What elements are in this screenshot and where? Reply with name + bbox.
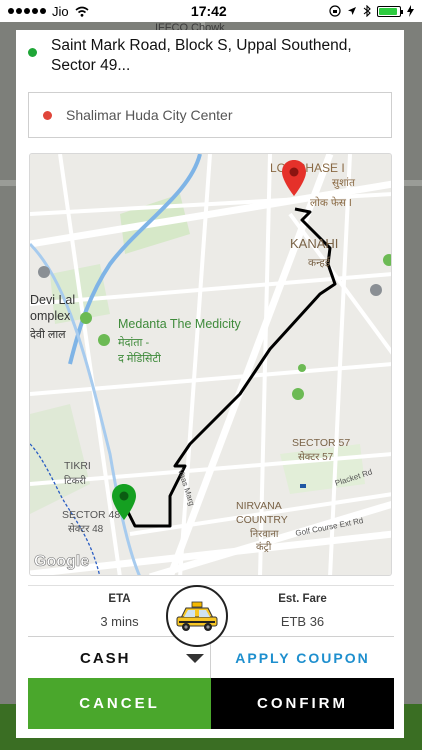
apply-coupon-label: APPLY COUPON — [235, 649, 370, 666]
destination-address: Shalimar Huda City Center — [66, 107, 233, 123]
wifi-icon — [75, 6, 89, 17]
fare-section: Est. Fare ETB 36 — [211, 586, 394, 635]
map-label: कन्हई — [308, 256, 331, 269]
poi-icon — [38, 266, 50, 278]
pickup-address: Saint Mark Road, Block S, Uppal Southend… — [51, 37, 352, 74]
map-label: SECTOR 48 — [62, 509, 120, 521]
battery-icon — [377, 5, 403, 17]
google-logo: Google — [34, 553, 89, 570]
cancel-button[interactable]: CANCEL — [28, 678, 211, 729]
poi-icon — [300, 484, 306, 488]
fare-title: Est. Fare — [278, 592, 327, 605]
map-label: लोक फेस I — [310, 196, 352, 209]
caret-down-icon — [186, 653, 204, 663]
status-time: 17:42 — [190, 3, 227, 19]
taxi-icon — [176, 601, 218, 631]
payment-method-label: CASH — [80, 649, 131, 667]
map-label: निरवाना — [250, 528, 279, 540]
confirm-button[interactable]: CONFIRM — [211, 678, 394, 729]
vehicle-type-button[interactable] — [166, 585, 228, 647]
map-label: omplex — [30, 309, 71, 323]
poi-icon — [80, 312, 92, 324]
map-label: COUNTRY — [236, 514, 288, 526]
poi-icon — [370, 284, 382, 296]
map-label: सुशांत — [332, 177, 356, 189]
map-label: मेदांता - — [118, 336, 149, 349]
pickup-dot-icon — [28, 48, 37, 57]
map-label: कंट्री — [256, 541, 272, 553]
map-label: Medanta The Medicity — [118, 317, 241, 331]
location-icon — [348, 7, 356, 15]
confirm-ride-dialog: Saint Mark Road, Block S, Uppal Southend… — [16, 30, 404, 738]
eta-value: 3 mins — [100, 613, 139, 629]
route-map[interactable]: LOK PHASE I सुशांत लोक फेस I KANAHI कन्ह… — [29, 153, 392, 576]
pickup-location[interactable]: Saint Mark Road, Block S, Uppal Southend… — [28, 36, 394, 88]
map-label: LOK PHASE I — [270, 161, 345, 175]
carrier-label: Jio — [52, 3, 69, 19]
map-label: SECTOR 57 — [292, 437, 350, 449]
charging-icon — [407, 5, 414, 17]
rotation-lock-icon — [329, 5, 341, 17]
poi-icon — [98, 334, 110, 346]
destination-dot-icon — [43, 110, 52, 120]
fare-value: ETB 36 — [280, 613, 325, 629]
map-label: सेक्टर 57 — [298, 451, 334, 463]
map-label: TIKRI — [64, 460, 91, 472]
map-label: NIRVANA — [236, 500, 282, 512]
map-label: द मेडिसिटी — [118, 352, 161, 365]
map-label: KANAHI — [290, 236, 338, 251]
destination-field[interactable]: Shalimar Huda City Center — [28, 92, 392, 138]
map-label: देवी लाल — [30, 328, 66, 341]
bluetooth-icon — [363, 5, 371, 17]
poi-icon — [298, 364, 306, 372]
signal-icon — [8, 8, 46, 14]
map-label: Devi Lal — [30, 293, 75, 307]
map-label: सेक्टर 48 — [68, 523, 104, 535]
action-row: CANCEL CONFIRM — [28, 678, 394, 729]
eta-title: ETA — [108, 592, 131, 605]
apply-coupon-button[interactable]: APPLY COUPON — [211, 637, 394, 678]
status-bar: Jio 17:42 — [0, 0, 422, 22]
map-label: टिकरी — [64, 475, 86, 487]
poi-icon — [292, 388, 304, 400]
